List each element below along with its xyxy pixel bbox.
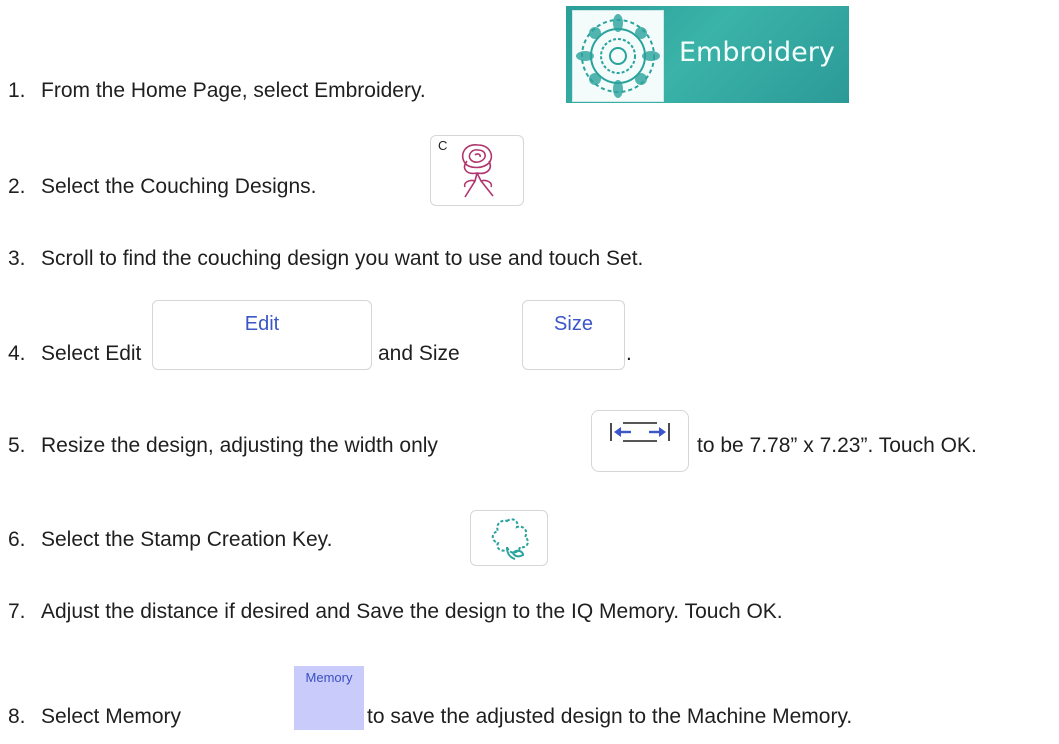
resize-width-icon: [610, 422, 670, 442]
flower-stamp-icon: [491, 518, 529, 560]
step-4-mid: and Size: [378, 342, 460, 365]
step-2-text: Select the Couching Designs.: [41, 175, 317, 198]
step-5-pre: Resize the design, adjusting the width o…: [41, 434, 438, 457]
step-6: 6. Select the Stamp Creation Key.: [8, 528, 333, 551]
step-7-text: Adjust the distance if desired and Save …: [41, 600, 783, 623]
step-8-pre: Select Memory: [41, 705, 182, 728]
memory-button[interactable]: Memory: [294, 666, 364, 730]
step-4: 4. Select Edit: [8, 342, 142, 365]
step-5: 5. Resize the design, adjusting the width…: [8, 434, 438, 457]
edit-button[interactable]: Edit: [152, 300, 372, 370]
embroidery-label: Embroidery: [679, 37, 835, 68]
step-5-post: to be 7.78” x 7.23”. Touch OK.: [697, 434, 977, 457]
rose-icon: [461, 144, 494, 198]
step-2: 2. Select the Couching Designs.: [8, 175, 317, 198]
couching-badge: C: [438, 138, 448, 153]
step-4-pre: Select Edit: [41, 342, 142, 365]
size-label: Size: [554, 313, 593, 335]
step-4-post: .: [626, 342, 632, 365]
step-1-text: From the Home Page, select Embroidery.: [41, 79, 426, 102]
size-button[interactable]: Size: [522, 300, 625, 370]
step-8: 8. Select Memory: [8, 705, 182, 728]
mandala-icon: [572, 10, 664, 102]
step-3-text: Scroll to find the couching design you w…: [41, 247, 644, 270]
stamp-creation-key[interactable]: [470, 510, 548, 566]
width-only-button[interactable]: [591, 410, 689, 472]
embroidery-button[interactable]: Embroidery: [566, 6, 849, 103]
step-7: 7. Adjust the distance if desired and Sav…: [8, 600, 783, 623]
step-8-post: to save the adjusted design to the Machi…: [367, 705, 853, 728]
step-3: 3. Scroll to find the couching design you…: [8, 247, 644, 270]
step-1: 1. From the Home Page, select Embroidery.: [8, 79, 426, 102]
edit-label: Edit: [244, 313, 280, 335]
step-6-text: Select the Stamp Creation Key.: [41, 528, 333, 551]
couching-designs-button[interactable]: C: [430, 135, 524, 206]
memory-label: Memory: [305, 670, 353, 685]
